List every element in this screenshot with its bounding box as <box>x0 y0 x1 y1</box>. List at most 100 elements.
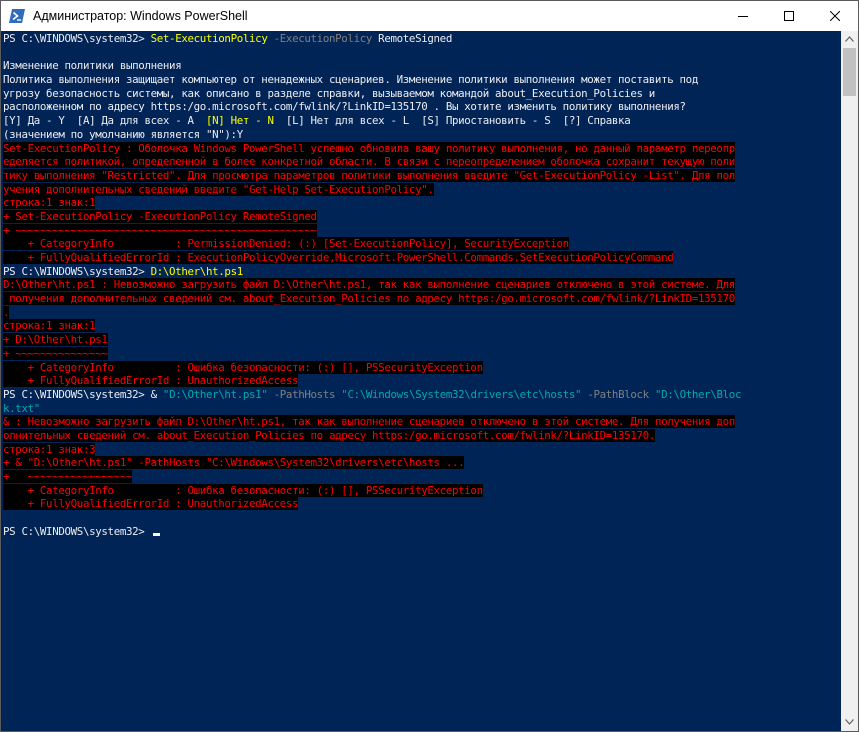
console-text: строка:1 знак:1 <box>3 196 96 210</box>
console-text: получения дополнительных сведений см. ab… <box>3 292 735 306</box>
console-text: [N] Нет - N <box>205 114 274 128</box>
console-text: + ~~~~~~~~~~~~~~~ <box>3 346 108 360</box>
console-line: Политика выполнения защищает компьютер о… <box>3 73 741 87</box>
console-text: -PathHosts <box>267 387 342 401</box>
console-line: . <box>3 305 741 320</box>
title-bar[interactable]: Администратор: Windows PowerShell <box>1 1 858 31</box>
scroll-down-button[interactable] <box>841 714 858 731</box>
console-text: + CategoryInfo : Ошибка безопасности: (:… <box>3 483 483 497</box>
console-text: олнительных сведений см. about_Execution… <box>3 428 655 442</box>
console-text: -ExecutionPolicy <box>267 32 373 45</box>
console-text: PS C:\WINDOWS\system32> <box>3 264 151 278</box>
console-text: Set-ExecutionPolicy : Оболочка Windows P… <box>3 141 735 155</box>
console-line: + ~~~~~~~~~~~~~~~~~~~~~~~~~~~~~~~~~~~~~~… <box>3 223 741 238</box>
console-line: + CategoryInfo : PermissionDenied: (:) [… <box>3 237 741 251</box>
console-text: k.txt" <box>3 401 40 415</box>
console-line: + D:\Other\ht.ps1 <box>3 333 741 347</box>
console-text: D:\Other\ht.ps1 <box>150 264 244 278</box>
console-line: учения дополнительных сведений введите "… <box>3 182 741 197</box>
console-text: строка:1 знак:1 <box>3 319 96 333</box>
console-line: + FullyQualifiedErrorId : UnauthorizedAc… <box>3 374 741 388</box>
console-line: + FullyQualifiedErrorId : ExecutionPolic… <box>3 251 741 265</box>
console-text: (значением по умолчанию является "N"):Y <box>3 127 243 141</box>
minimize-icon <box>738 16 748 17</box>
console-line: угрозу безопасность системы, как описано… <box>3 87 741 101</box>
console-line: олнительных сведений см. about_Execution… <box>3 428 741 443</box>
scroll-up-button[interactable] <box>841 31 858 48</box>
chevron-up-icon <box>845 36 854 42</box>
console-text: тику выполнения "Restricted". Для просмо… <box>3 168 735 182</box>
console-line: PS C:\WINDOWS\system32> & "D:\Other\ht.p… <box>3 388 741 402</box>
console-line: PS C:\WINDOWS\system32> <box>3 525 741 539</box>
console-text: [L] Нет для всех - L [S] Приостановить -… <box>273 114 631 128</box>
console-line: PS C:\WINDOWS\system32> D:\Other\ht.ps1 <box>3 265 741 279</box>
console-line: + ~~~~~~~~~~~~~~~~~ <box>3 470 741 484</box>
console-text: + ~~~~~~~~~~~~~~~~~~~~~~~~~~~~~~~~~~~~~~… <box>3 223 317 237</box>
console-text: PS C:\WINDOWS\system32> & <box>3 387 163 401</box>
scroll-thumb[interactable] <box>843 48 856 96</box>
console-text: + D:\Other\ht.ps1 <box>3 333 108 347</box>
console-text: + FullyQualifiedErrorId : UnauthorizedAc… <box>3 374 299 388</box>
console-line: D:\Other\ht.ps1 : Невозможно загрузить ф… <box>3 278 741 292</box>
console-line: строка:1 знак:1 <box>3 196 741 210</box>
console-line: k.txt" <box>3 402 741 416</box>
console-line: расположенном по адресу https:/go.micros… <box>3 100 741 114</box>
chevron-down-icon <box>845 719 854 725</box>
console-line: + & "D:\Other\ht.ps1" -PathHosts "C:\Win… <box>3 456 741 470</box>
console-line: получения дополнительных сведений см. ab… <box>3 292 741 306</box>
powershell-icon[interactable] <box>9 8 25 24</box>
console-line: строка:1 знак:3 <box>3 442 741 457</box>
powershell-window: Администратор: Windows PowerShell PS C:\… <box>0 0 859 732</box>
console-line: + FullyQualifiedErrorId : UnauthorizedAc… <box>3 497 741 511</box>
console-text: + & "D:\Other\ht.ps1" -PathHosts "C:\Win… <box>3 456 465 470</box>
console-line: тику выполнения "Restricted". Для просмо… <box>3 168 741 183</box>
console-text: + CategoryInfo : Ошибка безопасности: (:… <box>3 360 483 374</box>
console-text: + FullyQualifiedErrorId : UnauthorizedAc… <box>3 497 299 511</box>
console-text: [Y] Да - Y [A] Да для всех - A <box>3 114 206 128</box>
console-text: RemoteSigned <box>372 32 452 45</box>
console-line: Set-ExecutionPolicy : Оболочка Windows P… <box>3 141 741 156</box>
console-text: строка:1 знак:3 <box>3 442 96 456</box>
console-text: угрозу безопасность системы, как описано… <box>3 86 655 100</box>
console-line: + Set-ExecutionPolicy -ExecutionPolicy R… <box>3 209 741 224</box>
console-text: "D:\Other\ht.ps1" <box>162 387 268 401</box>
console-lines: PS C:\WINDOWS\system32> Set-ExecutionPol… <box>3 32 741 538</box>
console-line: PS C:\WINDOWS\system32> Set-ExecutionPol… <box>3 32 741 46</box>
console-text: "D:\Other\Bloc <box>654 387 742 401</box>
console-line: + CategoryInfo : Ошибка безопасности: (:… <box>3 360 741 375</box>
console-text: D:\Other\ht.ps1 : Невозможно загрузить ф… <box>3 278 735 292</box>
console-line: [Y] Да - Y [A] Да для всех - A [N] Нет -… <box>3 114 741 128</box>
console-text: . <box>3 305 10 319</box>
console-text: + CategoryInfo : PermissionDenied: (:) [… <box>3 237 569 251</box>
console-text: & : Невозможно загрузить файл D:\Other\h… <box>3 415 735 429</box>
vertical-scrollbar[interactable] <box>841 31 858 731</box>
console-line: + CategoryInfo : Ошибка безопасности: (:… <box>3 483 741 498</box>
maximize-icon <box>784 11 794 21</box>
text-cursor <box>152 532 160 536</box>
close-icon <box>830 11 840 21</box>
minimize-button[interactable] <box>720 1 766 31</box>
console-line: строка:1 знак:1 <box>3 319 741 333</box>
console-text: PS C:\WINDOWS\system32> <box>3 32 151 45</box>
close-button[interactable] <box>812 1 858 31</box>
console-line: Изменение политики выполнения <box>3 59 741 73</box>
console-text: "C:\Windows\System32\drivers\etc\hosts" <box>341 387 582 401</box>
console-text: еделяется политикой, определенной в боле… <box>3 155 735 169</box>
console-text: + ~~~~~~~~~~~~~~~~~ <box>3 470 133 483</box>
console-output[interactable]: PS C:\WINDOWS\system32> Set-ExecutionPol… <box>1 31 841 731</box>
console-text: + FullyQualifiedErrorId : ExecutionPolic… <box>3 251 674 264</box>
console-text: учения дополнительных сведений введите "… <box>3 182 434 196</box>
console-text: -PathBlock <box>581 387 655 401</box>
console-line: & : Невозможно загрузить файл D:\Other\h… <box>3 415 741 429</box>
console-line: + ~~~~~~~~~~~~~~~ <box>3 346 741 361</box>
console-line: еделяется политикой, определенной в боле… <box>3 155 741 169</box>
window-title: Администратор: Windows PowerShell <box>33 9 248 23</box>
console-line: (значением по умолчанию является "N"):Y <box>3 128 741 142</box>
console-text: Политика выполнения защищает компьютер о… <box>3 73 698 87</box>
console-text: PS C:\WINDOWS\system32> <box>3 524 151 538</box>
maximize-button[interactable] <box>766 1 812 31</box>
console-text: расположенном по адресу https:/go.micros… <box>3 100 686 114</box>
console-text: Изменение политики выполнения <box>3 59 182 73</box>
